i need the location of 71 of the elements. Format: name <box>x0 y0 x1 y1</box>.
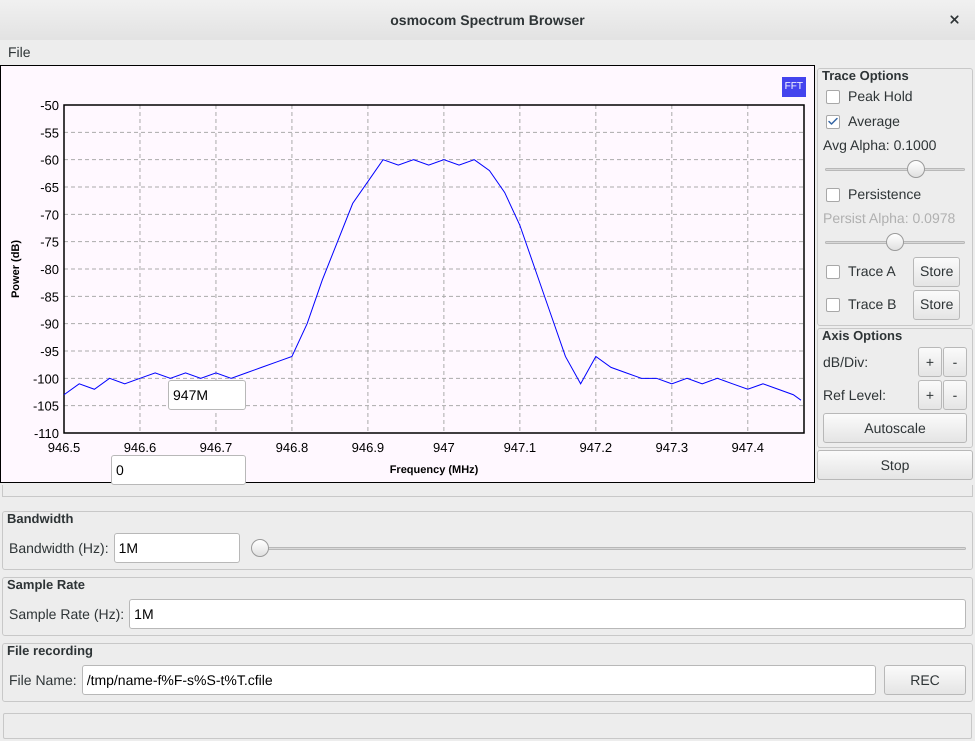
checkbox-label: Peak Hold <box>848 87 913 106</box>
menu-item[interactable]: File <box>8 42 31 63</box>
sample-rate-field[interactable]: 1M <box>129 599 966 629</box>
group-title: Bandwidth <box>6 511 74 527</box>
window-title: osmocom Spectrum Browser <box>390 10 585 30</box>
close-icon[interactable] <box>948 13 961 26</box>
y-tick-label: -60 <box>40 152 59 168</box>
checkbox[interactable] <box>826 264 840 278</box>
minus-button[interactable]: - <box>943 347 967 377</box>
x-tick-label: 946.8 <box>276 440 308 455</box>
group-title: Trace Options <box>821 68 910 84</box>
y-tick-label: -65 <box>40 180 59 195</box>
y-axis-label: Power (dB) <box>10 240 22 298</box>
field-label: Sample Rate (Hz): <box>9 604 124 624</box>
checkbox-label: Average <box>848 112 900 131</box>
slider-thumb[interactable] <box>907 160 925 178</box>
y-tick-label: -50 <box>40 98 59 113</box>
y-tick-label: -105 <box>32 398 59 414</box>
slider-label: Persist Alpha: 0.0978 <box>823 209 956 228</box>
x-tick-label: 947.1 <box>504 440 536 455</box>
group-title: Sample Rate <box>6 577 86 593</box>
slider-thumb[interactable] <box>886 233 904 251</box>
group-title: Axis Options <box>821 328 904 344</box>
store-button[interactable]: Store <box>913 290 960 320</box>
fft-badge: FFT <box>782 77 806 97</box>
field-label: Bandwidth (Hz): <box>9 538 109 558</box>
checkbox-label: Persistence <box>848 185 922 204</box>
store-button[interactable]: Store <box>913 256 960 286</box>
x-axis-label: Frequency (MHz) <box>390 464 478 476</box>
x-tick-label: 946.7 <box>200 440 232 455</box>
x-tick-label: 946.9 <box>352 440 384 455</box>
span-field[interactable]: 0 <box>111 455 246 485</box>
autoscale-button[interactable]: Autoscale <box>823 413 967 443</box>
y-tick-label: -80 <box>40 262 59 277</box>
rec-button[interactable]: REC <box>884 665 966 695</box>
slider-label: Avg Alpha: 0.1000 <box>823 136 938 155</box>
slider-track[interactable] <box>252 539 966 557</box>
checkbox[interactable] <box>826 188 840 202</box>
y-tick-label: -55 <box>40 125 59 140</box>
checkbox-label: Trace A <box>848 262 896 281</box>
group-title: File recording <box>6 643 94 659</box>
checkbox[interactable] <box>826 90 840 104</box>
y-tick-label: -95 <box>40 344 59 359</box>
minus-button[interactable]: - <box>943 380 967 410</box>
y-tick-label: -85 <box>40 289 59 304</box>
axis-option-label: dB/Div: <box>823 352 870 372</box>
slider-thumb[interactable] <box>250 539 269 557</box>
x-tick-label: 947.4 <box>732 440 764 455</box>
y-tick-label: -100 <box>32 371 59 386</box>
checkbox-label: Trace B <box>848 295 896 314</box>
bandwidth-field[interactable]: 1M <box>114 533 240 563</box>
plus-button[interactable]: + <box>918 380 942 410</box>
x-tick-label: 946.5 <box>48 440 80 455</box>
y-tick-label: -70 <box>40 207 59 222</box>
checkbox[interactable] <box>826 114 840 128</box>
x-tick-label: 947.2 <box>580 440 612 455</box>
slider-track[interactable] <box>825 160 965 178</box>
x-tick-label: 947 <box>433 440 455 455</box>
stop-button[interactable]: Stop <box>817 450 973 480</box>
y-tick-label: -110 <box>34 426 59 441</box>
x-tick-label: 947.3 <box>656 440 688 455</box>
y-tick-label: -75 <box>40 234 59 250</box>
axis-option-label: Ref Level: <box>823 386 888 404</box>
x-tick-label: 946.6 <box>124 440 156 455</box>
slider-track[interactable] <box>825 233 965 251</box>
y-tick-label: -90 <box>40 316 59 332</box>
plus-button[interactable]: + <box>918 347 942 377</box>
center-frequency-field[interactable]: 947M <box>168 380 246 410</box>
checkbox[interactable] <box>826 298 840 312</box>
field-label: File Name: <box>9 670 77 690</box>
file-name-field[interactable]: /tmp/name-f%F-s%S-t%T.cfile <box>82 665 876 695</box>
